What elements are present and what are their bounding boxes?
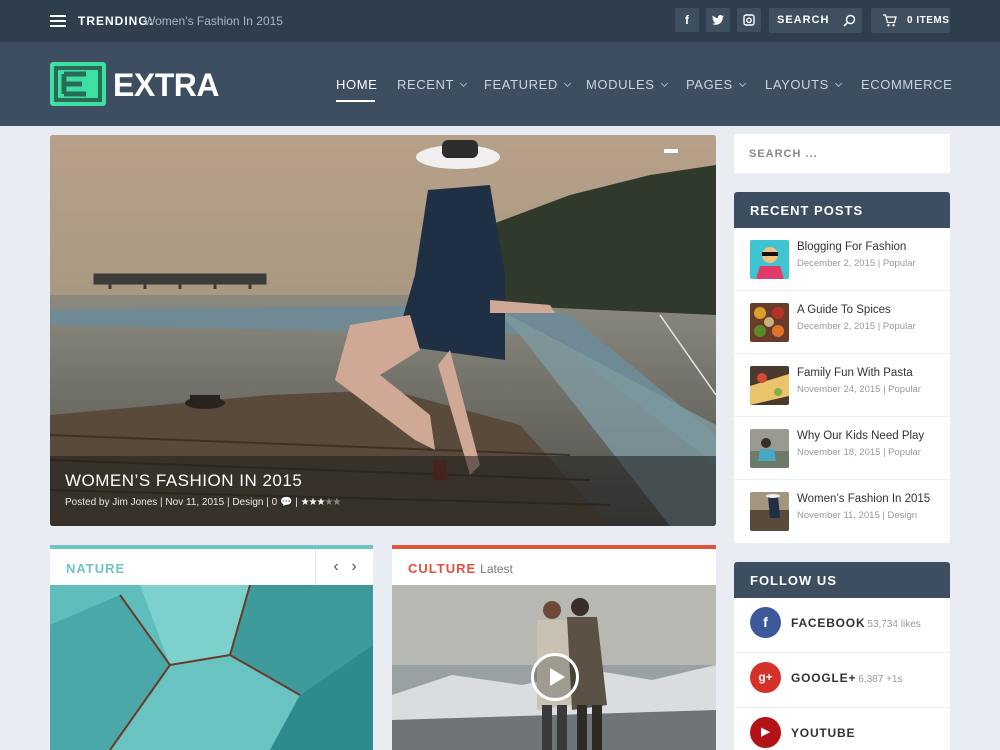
nav-pages-label: PAGES [686,77,733,92]
follow-count: 53,734 likes [867,619,921,630]
chevron-down-icon [563,79,571,88]
google-plus-icon[interactable]: g+ [750,662,781,693]
follow-us-widget: FOLLOW US f FACEBOOK 53,734 likes g+ GOOG… [734,562,950,750]
top-bar: TRENDING: Women’s Fashion In 2015 f SEAR… [0,0,1000,42]
nature-image [50,585,373,750]
post-meta: November 18, 2015 | Popular [797,447,921,458]
follow-google-plus[interactable]: g+ GOOGLE+ 6,387 +1s [734,653,950,708]
nav-recent-label: RECENT [397,77,455,92]
card-title-text: CULTURE [408,561,477,576]
rating-stars: ★★★★★ [300,497,342,508]
play-button[interactable] [531,653,579,701]
play-icon [550,668,565,686]
nav-modules-label: MODULES [586,77,655,92]
nav-layouts-label: LAYOUTS [765,77,829,92]
list-item[interactable]: A Guide To Spices December 2, 2015 | Pop… [734,291,950,354]
post-title[interactable]: Family Fun With Pasta [797,367,913,379]
logo-icon[interactable] [50,62,106,106]
nav-modules[interactable]: MODULES [586,77,668,92]
youtube-icon[interactable]: ▶ [750,717,781,748]
list-item[interactable]: Family Fun With Pasta November 24, 2015 … [734,354,950,417]
nav-featured[interactable]: FEATURED [484,77,571,92]
follow-label: YOUTUBE [791,726,855,740]
post-thumbnail[interactable] [750,492,789,531]
card-title[interactable]: CULTURE Latest [408,561,513,576]
instagram-icon[interactable] [737,8,761,32]
hero-caption: WOMEN’S FASHION IN 2015 Posted by Jim Jo… [50,456,716,526]
post-thumbnail[interactable] [750,429,789,468]
nav-home-label: HOME [336,77,378,92]
list-item[interactable]: Women’s Fashion In 2015 November 11, 201… [734,480,950,543]
sidebar-search-placeholder: SEARCH ... [749,148,818,160]
hero-meta-text: Posted by Jim Jones | Nov 11, 2015 | Des… [65,497,278,508]
facebook-icon[interactable]: f [675,8,699,32]
nav-home[interactable]: HOME [336,77,377,92]
list-item[interactable]: Blogging For Fashion December 2, 2015 | … [734,228,950,291]
site-header: EXTRA HOME RECENT FEATURED MODULES PAGES… [0,42,1000,126]
list-item[interactable]: Why Our Kids Need Play November 18, 2015… [734,417,950,480]
chevron-right-icon[interactable]: › [346,559,362,575]
card-title[interactable]: NATURE [66,561,125,576]
culture-card: CULTURE Latest [392,545,716,750]
nav-pages[interactable]: PAGES [686,77,746,92]
trending-label: TRENDING: [78,14,154,28]
featured-slider[interactable]: WOMEN’S FASHION IN 2015 Posted by Jim Jo… [50,135,716,526]
post-thumbnail[interactable] [750,240,789,279]
nav-recent[interactable]: RECENT [397,77,468,92]
hero-title[interactable]: WOMEN’S FASHION IN 2015 [65,471,302,491]
follow-count: 6,387 +1s [858,674,903,685]
search-icon[interactable] [843,14,856,27]
top-search-field[interactable]: SEARCH [769,8,862,33]
post-title[interactable]: Women’s Fashion In 2015 [797,493,930,505]
nav-active-underline [336,100,375,102]
logo-text[interactable]: EXTRA [113,67,219,104]
widget-title: FOLLOW US [734,562,950,598]
chevron-down-icon [738,79,746,88]
post-title[interactable]: Blogging For Fashion [797,241,906,253]
nav-ecommerce-label: ECOMMERCE [861,77,953,92]
top-search-label: SEARCH [777,14,830,26]
cart-button[interactable]: 0 ITEMS [871,8,950,33]
trending-link[interactable]: Women’s Fashion In 2015 [144,14,283,28]
chevron-left-icon[interactable]: ‹ [328,559,344,575]
post-meta: November 11, 2015 | Design [797,510,918,521]
comment-icon: 💬 [279,497,293,508]
nav-layouts[interactable]: LAYOUTS [765,77,842,92]
cart-label: 0 ITEMS [907,15,950,26]
twitter-icon[interactable] [706,8,730,32]
nav-featured-label: FEATURED [484,77,558,92]
post-meta: December 2, 2015 | Popular [797,258,916,269]
recent-posts-widget: RECENT POSTS Blogging For Fashion Decemb… [734,192,950,543]
card-arrows: ‹ › [315,549,373,586]
post-meta: December 2, 2015 | Popular [797,321,916,332]
card-accent-bar [392,545,716,549]
chevron-down-icon [834,79,842,88]
follow-youtube[interactable]: ▶ YOUTUBE [734,708,950,750]
nav-ecommerce[interactable]: ECOMMERCE [861,77,952,92]
widget-title: RECENT POSTS [734,192,950,228]
post-thumbnail[interactable] [750,303,789,342]
nature-card: NATURE ‹ › [50,545,373,750]
follow-label: GOOGLE+ 6,387 +1s [791,671,903,685]
cart-icon [883,14,897,27]
chevron-down-icon [660,79,668,88]
card-subtitle: Latest [480,562,513,576]
follow-facebook[interactable]: f FACEBOOK 53,734 likes [734,598,950,653]
post-thumbnail[interactable] [750,366,789,405]
post-title[interactable]: A Guide To Spices [797,304,891,316]
hero-meta: Posted by Jim Jones | Nov 11, 2015 | Des… [65,497,342,508]
sidebar-search-input[interactable]: SEARCH ... [734,134,950,173]
chevron-down-icon [460,79,468,88]
slider-indicator[interactable] [664,149,678,153]
follow-name: YOUTUBE [791,726,856,740]
facebook-icon[interactable]: f [750,607,781,638]
post-meta: November 24, 2015 | Popular [797,384,921,395]
follow-label: FACEBOOK 53,734 likes [791,616,921,630]
follow-name: FACEBOOK [791,616,866,630]
hamburger-menu-icon[interactable] [50,15,66,27]
post-title[interactable]: Why Our Kids Need Play [797,430,924,442]
follow-name: GOOGLE+ [791,671,857,685]
